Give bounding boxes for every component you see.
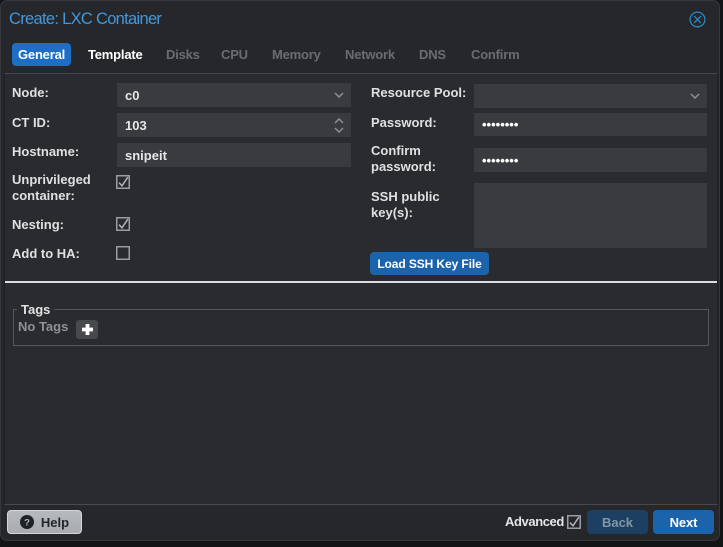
unprivileged-checkbox[interactable] (116, 175, 130, 189)
advanced-separator (5, 281, 717, 283)
dialog-title: Create: LXC Container (9, 10, 161, 29)
no-tags-text: No Tags (18, 319, 68, 334)
help-icon: ? (20, 515, 34, 529)
tab-memory[interactable]: Memory (266, 43, 327, 66)
node-label: Node: (12, 85, 114, 101)
add-to-ha-checkbox[interactable] (116, 246, 130, 260)
close-icon (689, 11, 706, 28)
tab-confirm[interactable]: Confirm (465, 43, 525, 66)
help-button[interactable]: ? Help (7, 510, 82, 534)
add-to-ha-label: Add to HA: (12, 246, 114, 262)
ssh-keys-textarea[interactable] (474, 183, 707, 248)
svg-text:?: ? (24, 517, 30, 528)
password-label: Password: (371, 115, 473, 131)
ssh-keys-label: SSH public key(s): (371, 189, 451, 221)
add-tag-button[interactable] (76, 320, 98, 339)
tab-cpu[interactable]: CPU (215, 43, 254, 66)
hostname-label: Hostname: (12, 144, 114, 160)
ctid-spinner[interactable]: 103 (117, 113, 351, 137)
close-button[interactable] (689, 11, 706, 28)
nesting-label: Nesting: (12, 217, 114, 233)
unprivileged-label: Unprivileged container: (12, 172, 114, 204)
resource-pool-label: Resource Pool: (371, 85, 481, 101)
node-combo[interactable]: c0 (117, 83, 351, 107)
spinner-buttons[interactable] (331, 113, 347, 137)
confirm-password-label: Confirm password: (371, 143, 451, 175)
load-ssh-key-button[interactable]: Load SSH Key File (370, 252, 489, 275)
plus-icon (81, 323, 94, 336)
spinner-down-icon (334, 127, 344, 133)
tags-legend: Tags (17, 303, 54, 316)
next-button[interactable]: Next (653, 510, 714, 534)
spinner-up-icon (334, 118, 344, 124)
tab-dns[interactable]: DNS (413, 43, 452, 66)
advanced-label: Advanced (505, 514, 564, 529)
password-input[interactable]: •••••••• (474, 113, 707, 136)
tab-general[interactable]: General (12, 43, 71, 66)
tab-disks[interactable]: Disks (160, 43, 206, 66)
hostname-input[interactable]: snipeit (117, 143, 351, 167)
tags-fieldset: Tags No Tags (13, 303, 709, 346)
resource-pool-combo[interactable] (474, 84, 707, 108)
confirm-password-input[interactable]: •••••••• (474, 148, 707, 172)
tab-network[interactable]: Network (339, 43, 401, 66)
create-lxc-dialog: Create: LXC Container General Template D… (0, 0, 720, 541)
form-panel: Node: c0 CT ID: 103 Hostname: snipeit Un… (4, 73, 718, 505)
ctid-label: CT ID: (12, 115, 114, 131)
back-button[interactable]: Back (587, 510, 648, 534)
advanced-checkbox[interactable] (567, 515, 581, 529)
nesting-checkbox[interactable] (116, 217, 130, 231)
chevron-down-icon[interactable] (331, 83, 347, 107)
chevron-down-icon[interactable] (687, 84, 703, 108)
tab-template[interactable]: Template (82, 43, 149, 66)
